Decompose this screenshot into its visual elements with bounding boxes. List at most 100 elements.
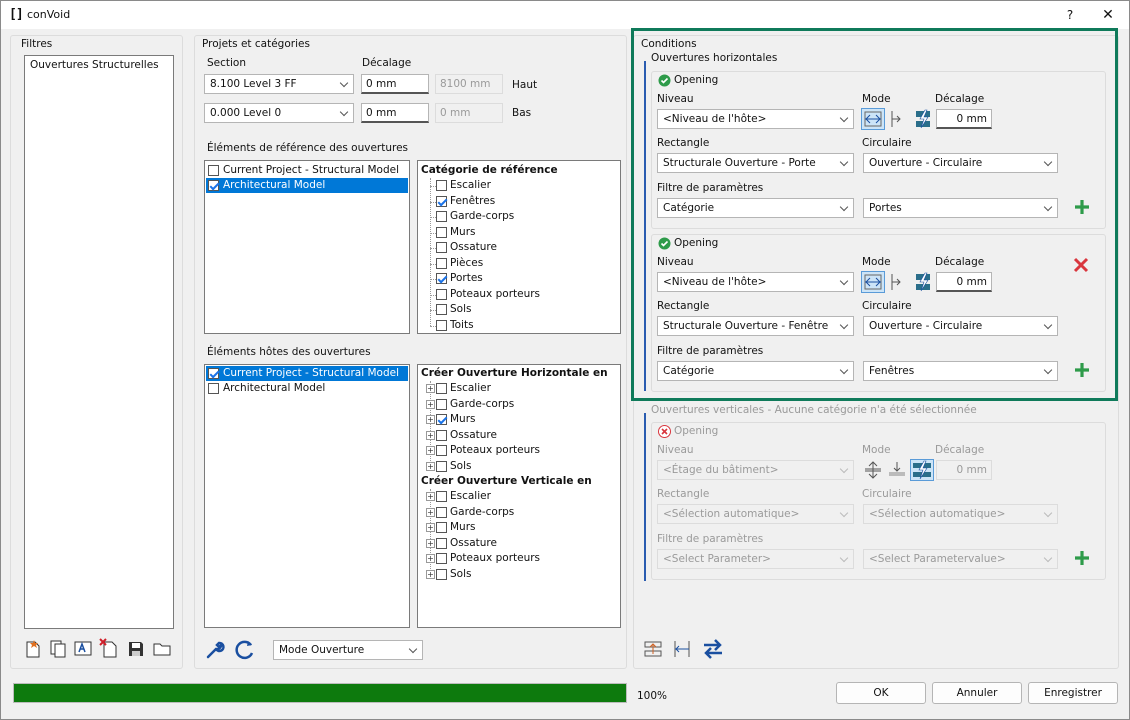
category-label: Poteaux porteurs: [450, 552, 541, 564]
tree-expand-icon[interactable]: +: [426, 538, 435, 548]
close-button[interactable]: ✕: [1091, 4, 1125, 26]
delete-opening-icon[interactable]: [1073, 257, 1089, 273]
rectangle-label: Rectangle: [657, 300, 710, 312]
bottom-offset-input[interactable]: 0 mm: [361, 103, 429, 123]
category-checkbox[interactable]: [436, 491, 447, 502]
host-model-item[interactable]: Current Project - Structural Model: [206, 366, 408, 381]
add-filter-icon[interactable]: [1073, 198, 1091, 216]
tree-expand-icon[interactable]: +: [426, 554, 435, 563]
progress-fill: [14, 684, 626, 702]
ref-model-item[interactable]: Current Project - Structural Model: [206, 163, 408, 178]
top-offset-input[interactable]: 0 mm: [361, 74, 429, 94]
horizontal-accent: [644, 61, 646, 391]
tree-expand-icon[interactable]: +: [426, 415, 435, 424]
open-folder-icon[interactable]: [152, 639, 172, 659]
cancel-button[interactable]: Annuler: [932, 682, 1022, 704]
mode-side-icon[interactable]: [888, 272, 902, 292]
category-checkbox[interactable]: [436, 195, 447, 207]
tree-expand-icon[interactable]: +: [426, 430, 435, 440]
circulaire-select[interactable]: Ouverture - Circulaire: [863, 316, 1058, 336]
rectangle-select[interactable]: Structurale Ouverture - Porte: [657, 153, 854, 173]
decalage-input[interactable]: 0 mm: [936, 109, 992, 129]
category-checkbox[interactable]: [436, 429, 447, 441]
add-filter-icon[interactable]: [1073, 549, 1091, 567]
tree-expand-icon[interactable]: +: [426, 492, 435, 501]
category-checkbox[interactable]: [436, 288, 447, 300]
bottom-computed-value: 0 mm: [435, 103, 503, 123]
rectangle-select[interactable]: Structurale Ouverture - Fenêtre: [657, 316, 854, 336]
horizontal-opening-icon[interactable]: [642, 638, 664, 660]
mode-select[interactable]: Mode Ouverture: [273, 640, 423, 660]
delete-filter-icon[interactable]: [98, 637, 120, 659]
category-checkbox[interactable]: [436, 273, 447, 284]
save-button[interactable]: Enregistrer: [1028, 682, 1118, 704]
decalage-input[interactable]: 0 mm: [936, 272, 992, 292]
vertical-opening-icon[interactable]: [671, 638, 693, 660]
filters-title: Filtres: [21, 38, 53, 50]
filter-param-select[interactable]: Catégorie: [657, 198, 854, 218]
category-checkbox[interactable]: [436, 304, 447, 315]
niveau-select[interactable]: <Niveau de l'hôte>: [657, 272, 854, 292]
add-filter-icon[interactable]: [1073, 361, 1091, 379]
host-categories-tree[interactable]: Créer Ouverture Horizontale en + Escalier…: [417, 364, 621, 628]
tree-expand-icon[interactable]: +: [426, 507, 435, 517]
ok-button[interactable]: OK: [836, 682, 926, 704]
mode-auto-icon[interactable]: [913, 108, 933, 130]
niveau-select[interactable]: <Niveau de l'hôte>: [657, 109, 854, 129]
ref-categories-tree[interactable]: Catégorie de référence Escalier Fenêtres G…: [417, 160, 621, 334]
save-filter-icon[interactable]: [126, 639, 146, 659]
category-checkbox[interactable]: [436, 522, 447, 533]
rectangle-label: Rectangle: [657, 137, 710, 149]
vertical-title: Ouvertures verticales - Aucune catégorie…: [651, 404, 977, 416]
filters-list[interactable]: Ouvertures Structurelles: [24, 55, 174, 629]
top-level-select[interactable]: 8.100 Level 3 FF: [204, 74, 354, 94]
tree-expand-icon[interactable]: +: [426, 384, 435, 393]
refresh-icon[interactable]: [234, 639, 256, 661]
mode-auto-button: [910, 459, 934, 481]
tree-expand-icon[interactable]: +: [426, 399, 435, 409]
circulaire-select[interactable]: Ouverture - Circulaire: [863, 153, 1058, 173]
edit-filter-icon[interactable]: [73, 639, 93, 659]
category-checkbox[interactable]: [436, 319, 447, 331]
mode-auto-icon[interactable]: [913, 271, 933, 293]
filter-item[interactable]: Ouvertures Structurelles: [30, 59, 159, 71]
mode-host-button[interactable]: [861, 108, 885, 130]
swap-icon[interactable]: [701, 637, 725, 661]
tree-expand-icon[interactable]: +: [426, 446, 435, 455]
tree-expand-icon[interactable]: +: [426, 523, 435, 532]
mode-side-icon[interactable]: [888, 109, 902, 129]
filter-value-select[interactable]: Fenêtres: [863, 361, 1058, 381]
tree-expand-icon[interactable]: +: [426, 461, 435, 471]
category-checkbox[interactable]: [436, 242, 447, 253]
tree-expand-icon[interactable]: +: [426, 569, 435, 579]
host-models-list[interactable]: Current Project - Structural Model Archi…: [204, 364, 410, 628]
category-checkbox[interactable]: [436, 568, 447, 580]
category-checkbox[interactable]: [436, 553, 447, 564]
category-checkbox[interactable]: [436, 257, 447, 269]
category-checkbox[interactable]: [436, 506, 447, 518]
category-checkbox[interactable]: [436, 414, 447, 425]
filter-value-select[interactable]: Portes: [863, 198, 1058, 218]
category-checkbox[interactable]: [436, 537, 447, 549]
category-checkbox[interactable]: [436, 383, 447, 394]
new-filter-icon[interactable]: [23, 639, 43, 659]
category-checkbox[interactable]: [436, 180, 447, 191]
category-checkbox[interactable]: [436, 226, 447, 238]
circulaire-label: Circulaire: [862, 488, 912, 500]
copy-filter-icon[interactable]: [48, 639, 68, 659]
category-checkbox[interactable]: [436, 398, 447, 410]
wrench-icon[interactable]: [204, 639, 226, 661]
category-label: Poteaux porteurs: [450, 287, 541, 300]
category-checkbox[interactable]: [436, 460, 447, 472]
category-checkbox[interactable]: [436, 445, 447, 456]
bottom-level-select[interactable]: 0.000 Level 0: [204, 103, 354, 123]
filter-param-select[interactable]: Catégorie: [657, 361, 854, 381]
mode-label: Mode: [862, 444, 891, 456]
category-checkbox[interactable]: [436, 211, 447, 222]
host-model-item[interactable]: Architectural Model: [206, 381, 408, 396]
ref-models-list[interactable]: Current Project - Structural Model Archi…: [204, 160, 410, 334]
filter-param-select: <Select Parameter>: [657, 549, 854, 569]
help-button[interactable]: ?: [1053, 4, 1087, 26]
mode-host-button[interactable]: [861, 271, 885, 293]
ref-model-item[interactable]: Architectural Model: [206, 178, 408, 193]
